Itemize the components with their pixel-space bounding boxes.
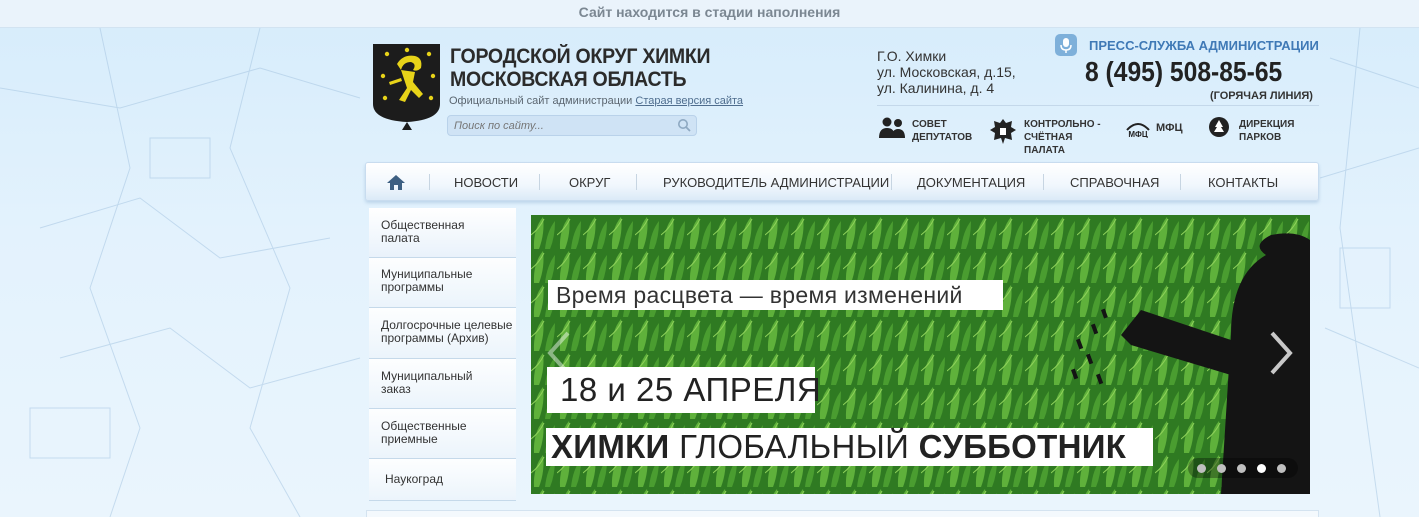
slider-dot-active[interactable] <box>1257 464 1266 473</box>
people-icon <box>878 116 906 144</box>
address-line: Г.О. Химки <box>877 48 947 64</box>
nav-item-news[interactable]: НОВОСТИ <box>454 175 518 190</box>
sidebar-item-municipal-order[interactable]: Муниципальный заказ <box>369 359 516 409</box>
site-title[interactable]: ГОРОДСКОЙ ОКРУГ ХИМКИ МОСКОВСКАЯ ОБЛАСТЬ <box>450 45 711 91</box>
quick-link-label: КОНТРОЛЬНО - <box>1024 119 1101 130</box>
quick-link-label: СЧЁТНАЯ <box>1024 132 1073 143</box>
nav-item-contacts[interactable]: КОНТАКТЫ <box>1208 175 1278 190</box>
address-line: ул. Московская, д.15, <box>877 64 1016 80</box>
sidebar-item-label: программы <box>381 280 444 294</box>
top-notice-bar: Сайт находится в стадии наполнения <box>0 0 1419 28</box>
nav-separator <box>1180 174 1181 190</box>
nav-item-reference[interactable]: СПРАВОЧНАЯ <box>1070 175 1159 190</box>
quick-link-label: ПАРКОВ <box>1239 132 1282 143</box>
banner-date: 18 и 25 АПРЕЛЯ <box>547 367 821 413</box>
banner-title-part: ГЛОБАЛЬНЫЙ <box>679 428 910 465</box>
site-title-line1: ГОРОДСКОЙ ОКРУГ ХИМКИ <box>450 45 711 68</box>
sidebar-item-label: приемные <box>381 432 438 446</box>
nav-separator <box>636 174 637 190</box>
main-navigation: НОВОСТИ ОКРУГ РУКОВОДИТЕЛЬ АДМИНИСТРАЦИИ… <box>365 162 1319 201</box>
quick-link-label: СОВЕТ <box>912 119 947 130</box>
header-divider <box>877 105 1319 106</box>
old-version-link[interactable]: Старая версия сайта <box>635 95 743 107</box>
nav-separator <box>1043 174 1044 190</box>
search-icon[interactable] <box>677 118 691 137</box>
sidebar-item-label: Общественная <box>381 218 465 232</box>
svg-text:МФЦ: МФЦ <box>1128 130 1147 138</box>
microphone-icon <box>1055 34 1077 56</box>
slider-dot[interactable] <box>1277 464 1286 473</box>
nav-item-head-of-administration[interactable]: РУКОВОДИТЕЛЬ АДМИНИСТРАЦИИ <box>663 175 889 190</box>
quick-link-label: МФЦ <box>1156 122 1183 134</box>
top-notice-text: Сайт находится в стадии наполнения <box>578 4 841 20</box>
slider-prev-arrow-icon[interactable] <box>546 330 572 381</box>
sidebar-item-municipal-programs[interactable]: Муниципальные программы <box>369 258 516 308</box>
nav-separator <box>429 174 430 190</box>
sidebar-item-label: Долгосрочные целевые <box>381 318 513 332</box>
sidebar-item-long-term-programs[interactable]: Долгосрочные целевые программы (Архив) <box>369 308 516 359</box>
banner-title-part: СУББОТНИК <box>918 428 1127 465</box>
sidebar-item-label: программы (Архив) <box>381 331 489 345</box>
nav-separator <box>539 174 540 190</box>
mfc-icon: МФЦ <box>1124 118 1152 142</box>
sidebar-item-label: Наукоград <box>385 472 443 486</box>
nav-separator <box>891 174 892 190</box>
hotline-label: (ГОРЯЧАЯ ЛИНИЯ) <box>1210 90 1313 102</box>
nav-item-documentation[interactable]: ДОКУМЕНТАЦИЯ <box>917 175 1025 190</box>
sidebar-item-label: Муниципальный <box>381 369 473 383</box>
search-input[interactable] <box>448 116 674 136</box>
city-emblem-logo[interactable] <box>371 42 442 130</box>
site-search <box>447 115 697 136</box>
quick-link-label: ДЕПУТАТОВ <box>912 132 973 143</box>
site-title-line2: МОСКОВСКАЯ ОБЛАСТЬ <box>450 68 687 91</box>
nav-item-district[interactable]: ОКРУГ <box>569 175 610 190</box>
phone-number[interactable]: 8 (495) 508-85-65 <box>1085 56 1282 88</box>
park-icon <box>1208 116 1230 142</box>
banner-title-part: ХИМКИ <box>551 428 670 465</box>
banner-title: ХИМКИ ГЛОБАЛЬНЫЙ СУББОТНИК <box>546 428 1153 466</box>
subtitle-text: Официальный сайт администрации <box>449 95 633 107</box>
sidebar-item-public-chamber[interactable]: Общественная палата <box>369 208 516 258</box>
home-icon[interactable] <box>386 174 406 196</box>
quick-link-label: ДИРЕКЦИЯ <box>1239 119 1295 130</box>
sidebar-item-label: палата <box>381 231 420 245</box>
address-line: ул. Калинина, д. 4 <box>877 80 995 96</box>
press-service-label: ПРЕСС-СЛУЖБА АДМИНИСТРАЦИИ <box>1089 38 1319 53</box>
slider-dot[interactable] <box>1217 464 1226 473</box>
slider-dot[interactable] <box>1197 464 1206 473</box>
banner-slogan: Время расцвета — время изменений <box>548 280 1003 310</box>
sidebar-item-label: Муниципальные <box>381 267 473 281</box>
slider-dot[interactable] <box>1237 464 1246 473</box>
sidebar-item-naukograd[interactable]: Наукоград <box>369 459 516 501</box>
sidebar-item-label: заказ <box>381 382 411 396</box>
slider-next-arrow-icon[interactable] <box>1268 330 1294 381</box>
site-subtitle: Официальный сайт администрации Старая ве… <box>449 95 743 107</box>
slider-pagination <box>1188 458 1298 478</box>
content-area-top <box>366 510 1319 517</box>
sidebar-item-label: Общественные <box>381 419 467 433</box>
coat-of-arms-icon <box>988 116 1018 150</box>
quick-link-label: ПАЛАТА <box>1024 145 1065 156</box>
sidebar-item-public-reception[interactable]: Общественные приемные <box>369 409 516 459</box>
address-block: Г.О. Химки ул. Московская, д.15, ул. Кал… <box>877 48 1016 96</box>
